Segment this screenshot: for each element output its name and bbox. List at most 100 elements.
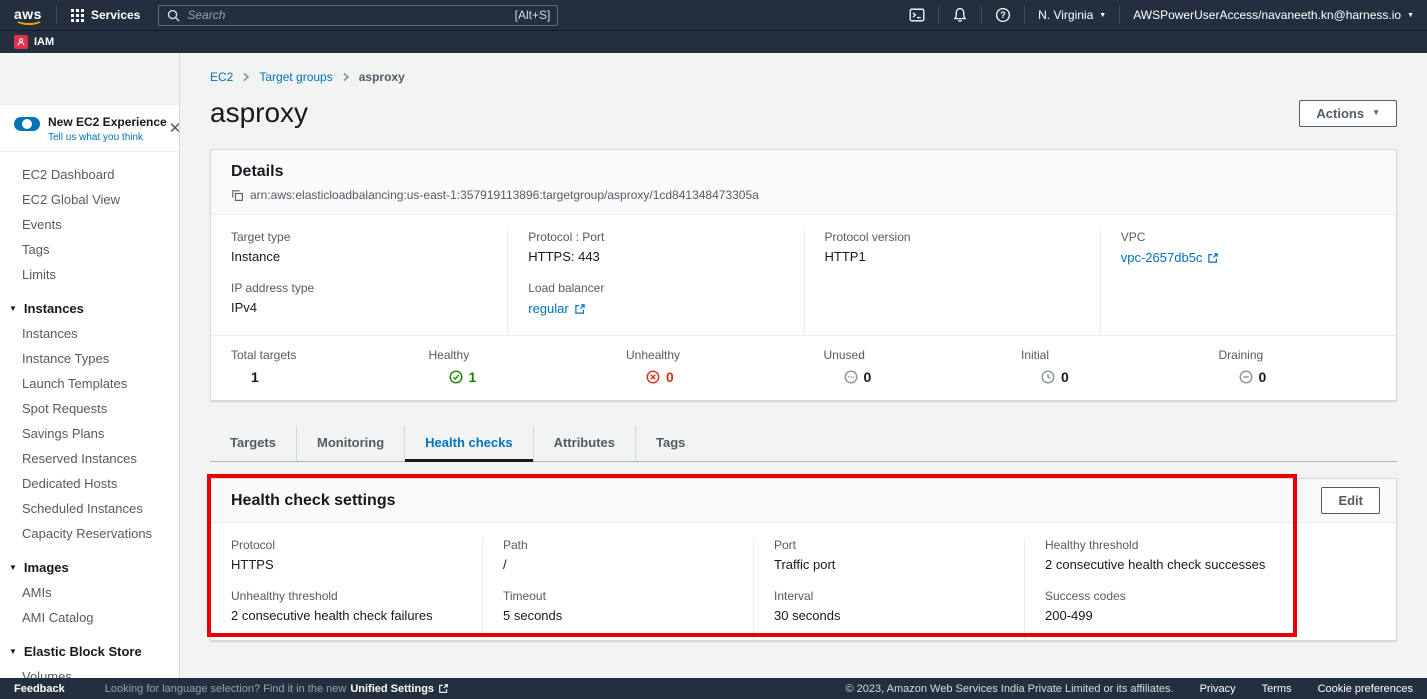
field-label: Load balancer xyxy=(528,281,783,295)
hc-interval-value: 30 seconds xyxy=(774,608,1004,623)
cloudshell-button[interactable] xyxy=(896,0,938,30)
field-label: Interval xyxy=(774,589,1004,603)
tab-tags[interactable]: Tags xyxy=(635,425,705,461)
copy-icon[interactable] xyxy=(231,189,244,202)
sidebar-item-reserved-instances[interactable]: Reserved Instances xyxy=(0,446,179,471)
account-menu[interactable]: AWSPowerUserAccess/navaneeth.kn@harness.… xyxy=(1120,0,1427,30)
protocol-port-value: HTTPS: 443 xyxy=(528,249,783,264)
aws-logo[interactable]: aws xyxy=(14,6,42,25)
tab-health-checks[interactable]: Health checks xyxy=(404,425,532,461)
services-menu-button[interactable]: Services xyxy=(57,8,154,22)
edit-button[interactable]: Edit xyxy=(1321,487,1380,514)
unhealthy-count: 0 xyxy=(626,369,784,385)
sidebar-item-events[interactable]: Events xyxy=(0,212,179,237)
field-label: Healthy threshold xyxy=(1045,538,1275,552)
field-label: Target type xyxy=(231,230,487,244)
sidebar-nav: EC2 Dashboard EC2 Global View Events Tag… xyxy=(0,152,179,678)
favorite-iam[interactable]: IAM xyxy=(14,35,54,49)
sidebar-item-ec2-dashboard[interactable]: EC2 Dashboard xyxy=(0,162,179,187)
hc-success-codes-value: 200-499 xyxy=(1045,608,1275,623)
breadcrumb-target-groups[interactable]: Target groups xyxy=(259,70,332,84)
initial-count: 0 xyxy=(1021,369,1179,385)
unified-settings-link[interactable]: Unified Settings xyxy=(350,683,449,695)
top-navigation: aws Services [Alt+S] ? xyxy=(0,0,1427,30)
caret-down-icon: ▼ xyxy=(9,563,17,572)
terms-link[interactable]: Terms xyxy=(1262,683,1292,695)
hc-unhealthy-threshold-value: 2 consecutive health check failures xyxy=(231,608,462,623)
services-label: Services xyxy=(91,8,140,22)
ip-address-type-value: IPv4 xyxy=(231,300,487,315)
feedback-link[interactable]: Feedback xyxy=(14,683,65,695)
details-grid: Target typeInstance IP address typeIPv4 … xyxy=(211,215,1396,335)
sidebar-item-scheduled-instances[interactable]: Scheduled Instances xyxy=(0,496,179,521)
aws-console: aws Services [Alt+S] ? xyxy=(0,0,1427,699)
target-group-arn: arn:aws:elasticloadbalancing:us-east-1:3… xyxy=(250,188,759,202)
ec2-sidebar: New EC2 Experience Tell us what you thin… xyxy=(0,53,180,678)
nav-right-group: ? N. Virginia ▼ AWSPowerUserAccess/navan… xyxy=(896,0,1427,30)
sidebar-item-launch-templates[interactable]: Launch Templates xyxy=(0,371,179,396)
tab-targets[interactable]: Targets xyxy=(210,425,296,461)
draining-count: 0 xyxy=(1219,369,1377,385)
sidebar-item-instances[interactable]: Instances xyxy=(0,321,179,346)
sidebar-item-savings-plans[interactable]: Savings Plans xyxy=(0,421,179,446)
actions-button[interactable]: Actions ▼ xyxy=(1299,100,1397,127)
hc-healthy-threshold-value: 2 consecutive health check successes xyxy=(1045,557,1275,572)
sidebar-item-tags[interactable]: Tags xyxy=(0,237,179,262)
account-label: AWSPowerUserAccess/navaneeth.kn@harness.… xyxy=(1133,8,1401,22)
favorites-bar: IAM xyxy=(0,30,1427,53)
field-label: Protocol : Port xyxy=(528,230,783,244)
main-content: EC2 Target groups asproxy asproxy Action… xyxy=(180,53,1427,678)
tab-attributes[interactable]: Attributes xyxy=(533,425,635,461)
notifications-bell-button[interactable] xyxy=(939,0,981,30)
chevron-down-icon: ▼ xyxy=(1372,109,1380,117)
search-icon xyxy=(166,8,181,23)
breadcrumb-ec2[interactable]: EC2 xyxy=(210,70,233,84)
external-link-icon xyxy=(574,303,586,315)
privacy-link[interactable]: Privacy xyxy=(1200,683,1236,695)
sidebar-item-amis[interactable]: AMIs xyxy=(0,580,179,605)
sidebar-item-dedicated-hosts[interactable]: Dedicated Hosts xyxy=(0,471,179,496)
unused-label: Unused xyxy=(824,348,982,362)
new-experience-feedback-link[interactable]: Tell us what you think xyxy=(48,132,167,143)
hc-protocol-value: HTTPS xyxy=(231,557,462,572)
sidebar-section-elastic-block-store[interactable]: ▼Elastic Block Store xyxy=(0,639,179,664)
sidebar-section-images[interactable]: ▼Images xyxy=(0,555,179,580)
sidebar-item-ec2-global-view[interactable]: EC2 Global View xyxy=(0,187,179,212)
field-label: Unhealthy threshold xyxy=(231,589,462,603)
services-grid-icon xyxy=(71,9,84,22)
language-note: Looking for language selection? Find it … xyxy=(105,683,347,695)
field-label: Path xyxy=(503,538,733,552)
details-title: Details xyxy=(231,163,1376,181)
new-experience-title: New EC2 Experience xyxy=(48,115,167,129)
sidebar-item-limits[interactable]: Limits xyxy=(0,262,179,287)
chevron-down-icon: ▼ xyxy=(1099,12,1106,19)
field-label: Port xyxy=(774,538,1004,552)
hc-timeout-value: 5 seconds xyxy=(503,608,733,623)
help-button[interactable]: ? xyxy=(982,0,1024,30)
cookie-preferences-link[interactable]: Cookie preferences xyxy=(1318,683,1413,695)
vpc-link[interactable]: vpc-2657db5c xyxy=(1121,250,1220,265)
close-icon[interactable]: ✕ xyxy=(169,121,180,136)
unhealthy-label: Unhealthy xyxy=(626,348,784,362)
initial-status-icon xyxy=(1041,370,1055,384)
search-input[interactable] xyxy=(158,5,558,26)
sidebar-item-volumes[interactable]: Volumes xyxy=(0,664,179,678)
breadcrumb: EC2 Target groups asproxy xyxy=(210,53,1397,84)
sidebar-item-ami-catalog[interactable]: AMI Catalog xyxy=(0,605,179,630)
sidebar-item-spot-requests[interactable]: Spot Requests xyxy=(0,396,179,421)
new-experience-toggle[interactable] xyxy=(14,117,40,131)
load-balancer-link[interactable]: regular xyxy=(528,301,585,316)
iam-label: IAM xyxy=(34,36,54,48)
sidebar-item-capacity-reservations[interactable]: Capacity Reservations xyxy=(0,521,179,546)
sidebar-section-instances[interactable]: ▼Instances xyxy=(0,296,179,321)
healthy-label: Healthy xyxy=(429,348,587,362)
tab-monitoring[interactable]: Monitoring xyxy=(296,425,404,461)
region-label: N. Virginia xyxy=(1038,8,1093,22)
sidebar-item-instance-types[interactable]: Instance Types xyxy=(0,346,179,371)
field-label: IP address type xyxy=(231,281,487,295)
target-type-value: Instance xyxy=(231,249,487,264)
details-card-header: Details arn:aws:elasticloadbalancing:us-… xyxy=(211,150,1396,215)
target-status-summary: Total targets 1 Healthy 1 Unhealthy 0 Un… xyxy=(211,335,1396,400)
region-selector[interactable]: N. Virginia ▼ xyxy=(1025,0,1119,30)
health-check-card-header: Health check settings Edit xyxy=(211,479,1396,523)
